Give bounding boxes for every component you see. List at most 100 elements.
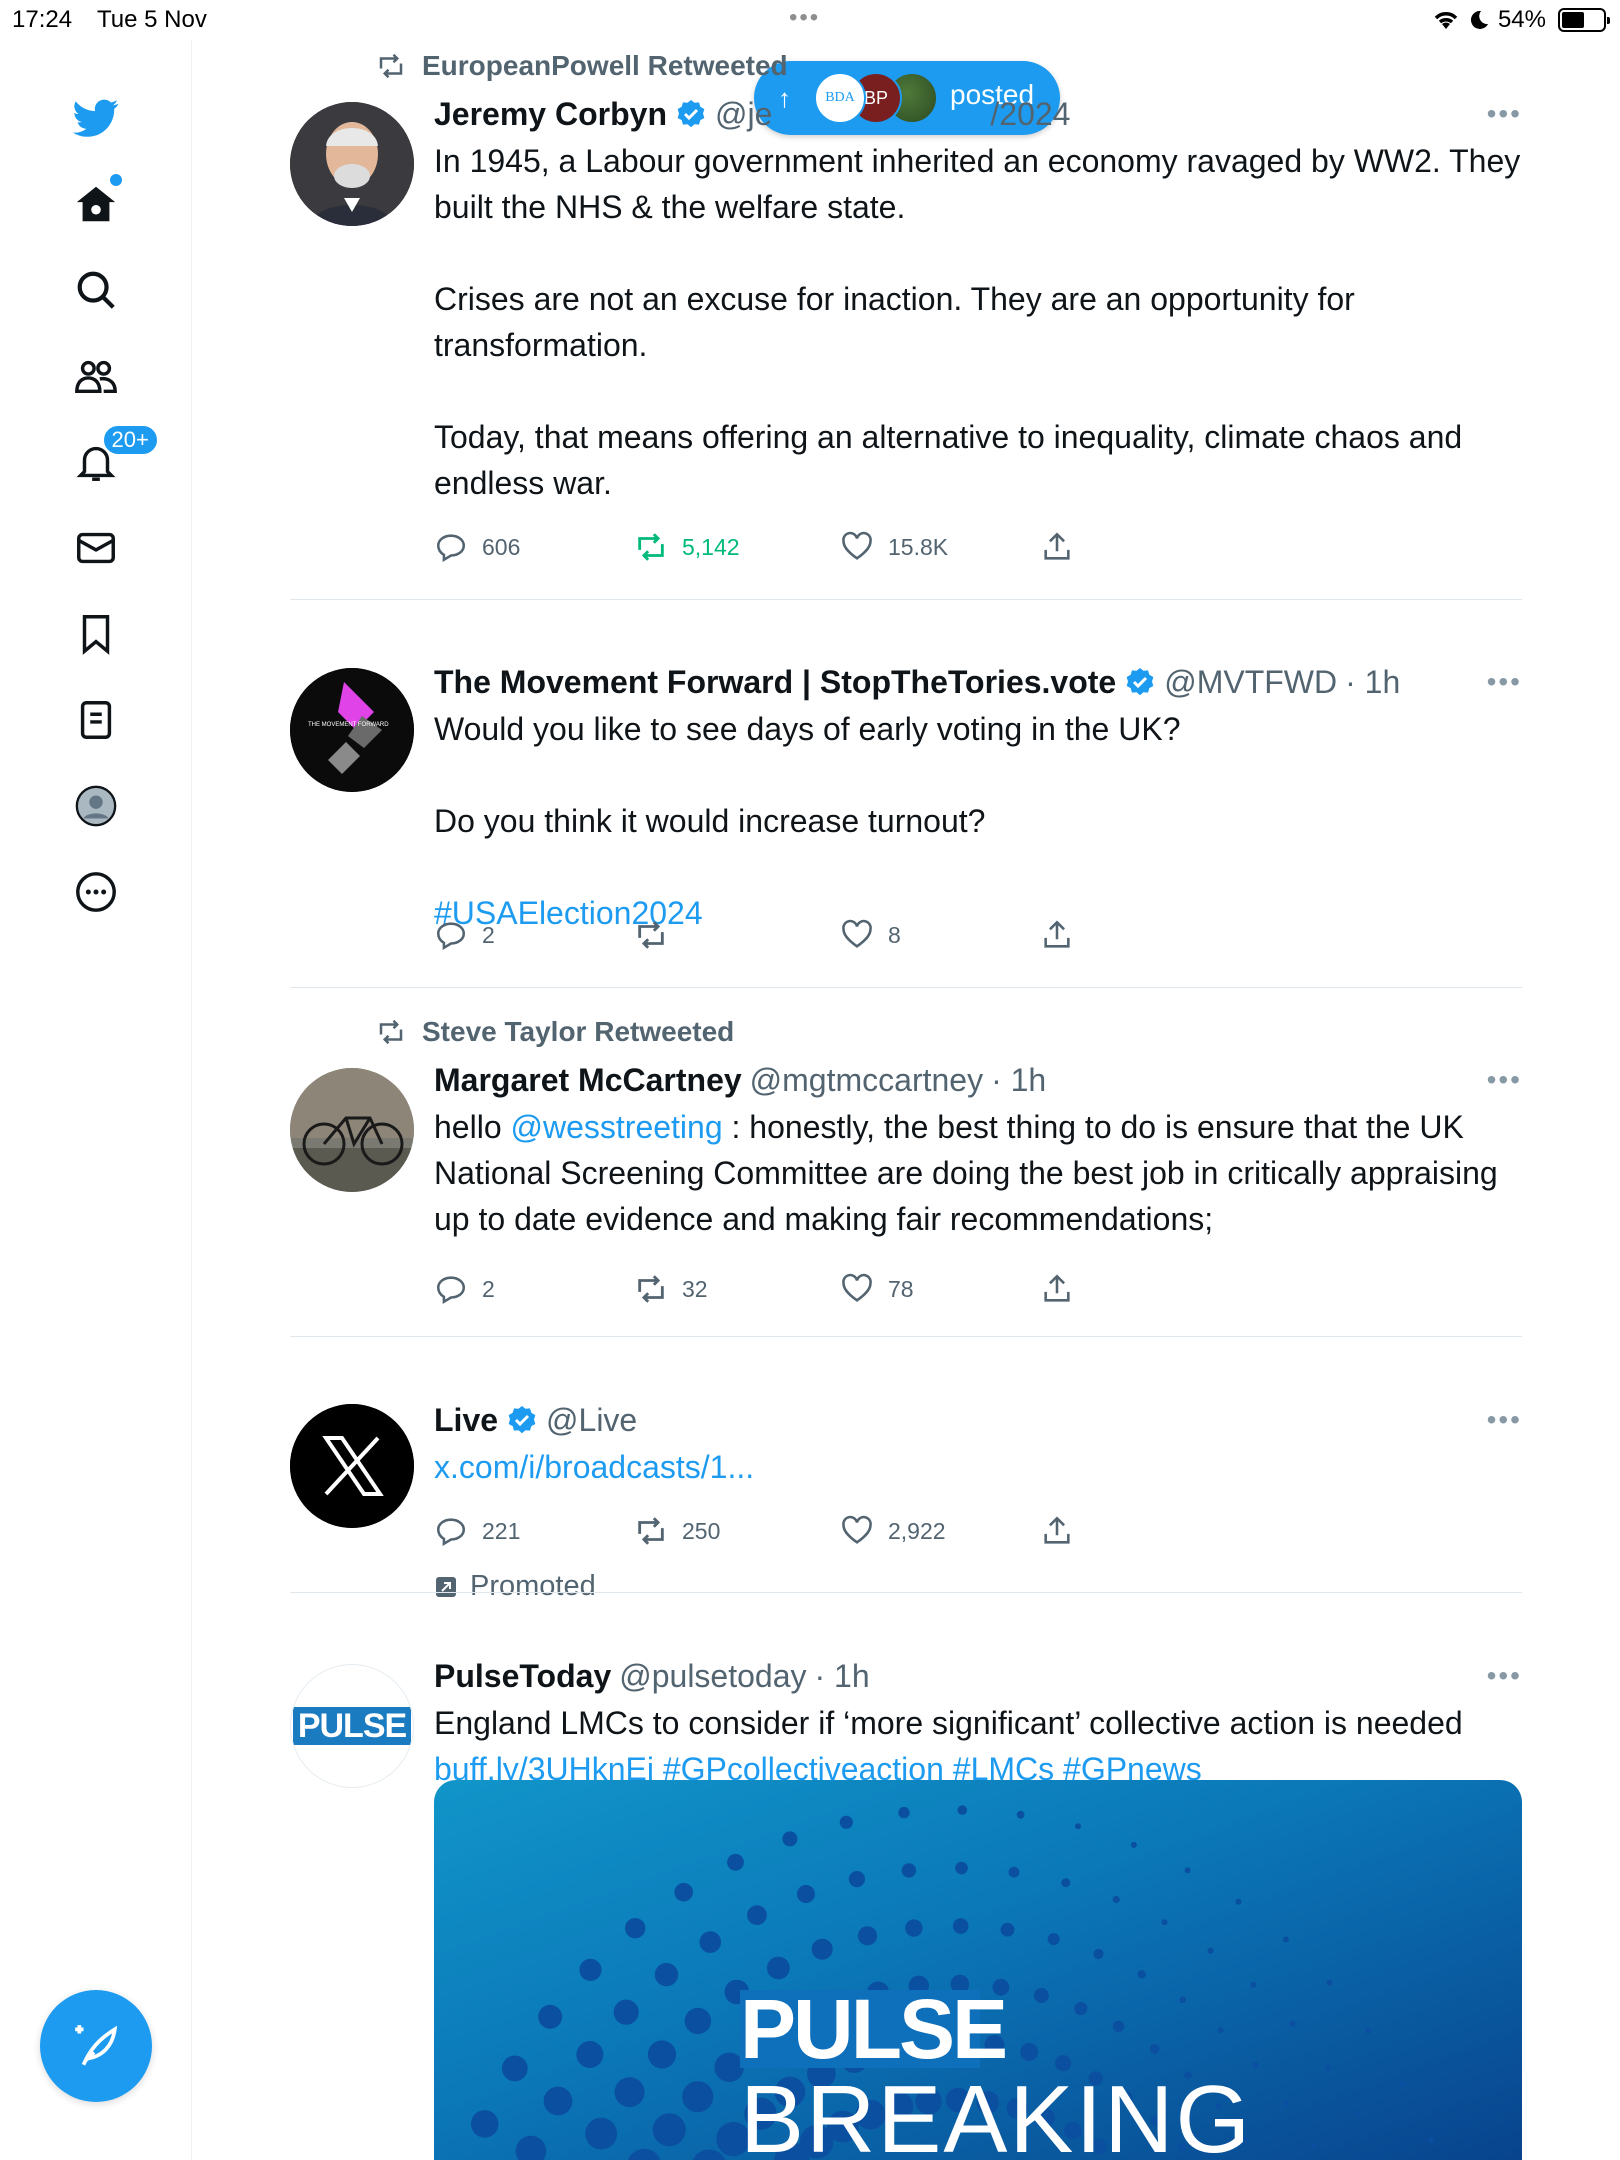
divider	[290, 1336, 1522, 1337]
reply-button[interactable]: 2	[434, 1272, 634, 1306]
pattern-dot	[585, 2117, 618, 2150]
pattern-dot	[579, 1958, 602, 1981]
retweet-button[interactable]: 32	[634, 1272, 840, 1306]
retweet-button[interactable]	[634, 918, 840, 952]
pattern-dot	[576, 2041, 604, 2068]
divider	[290, 599, 1522, 600]
nav-profile[interactable]	[64, 774, 128, 838]
retweet-icon	[379, 53, 403, 79]
more-options-icon[interactable]: •••	[1487, 666, 1522, 698]
display-name[interactable]: The Movement Forward | StopTheTories.vot…	[434, 664, 1116, 701]
pattern-dot	[1235, 1898, 1242, 1905]
avatar[interactable]: PULSE	[290, 1664, 414, 1788]
pattern-dot	[1283, 2100, 1290, 2107]
avatar[interactable]	[290, 102, 414, 226]
reply-count: 2	[482, 921, 495, 948]
pattern-dot	[1093, 1948, 1104, 1960]
share-button[interactable]	[1040, 1514, 1240, 1548]
compose-icon	[75, 2025, 118, 2066]
link-card-image[interactable]: PULSE BREAKING	[434, 1780, 1522, 2160]
pattern-dot	[1184, 1867, 1191, 1874]
tweet-header: Live @Live	[434, 1400, 1522, 1440]
nav-communities[interactable]	[64, 344, 128, 408]
retweet-button[interactable]: 250	[634, 1514, 840, 1548]
tweet-text-body: Would you like to see days of early voti…	[434, 711, 1181, 839]
nav-notifications[interactable]: 20+	[64, 424, 159, 494]
avatar[interactable]	[290, 1404, 414, 1528]
tweet-text-pre: hello	[434, 1109, 511, 1145]
divider	[290, 1592, 1522, 1593]
moon-icon	[1470, 10, 1488, 29]
reply-count: 2	[482, 1275, 495, 1302]
nav-messages[interactable]	[64, 516, 128, 580]
lists-icon	[80, 701, 111, 739]
handle[interactable]: @mgtmccartney	[750, 1062, 983, 1099]
avatar[interactable]	[290, 1068, 414, 1192]
multitasking-dots-icon[interactable]: •••	[789, 4, 820, 32]
share-button[interactable]	[1040, 1272, 1240, 1306]
more-options-icon[interactable]: •••	[1487, 1064, 1522, 1096]
broadcast-link[interactable]: x.com/i/broadcasts/1...	[434, 1444, 1522, 1490]
pattern-dot	[613, 1999, 639, 2025]
like-button[interactable]: 15.8K	[840, 530, 1040, 564]
share-button[interactable]	[1040, 530, 1240, 564]
like-button[interactable]: 8	[840, 918, 1040, 952]
battery-percent: 54%	[1497, 6, 1546, 33]
nav-lists[interactable]	[64, 688, 128, 752]
movement-forward-logo: THE MOVEMENT FORWARD	[290, 668, 414, 792]
reply-icon	[436, 922, 466, 951]
tweet-text: England LMCs to consider if ‘more signif…	[434, 1700, 1522, 1792]
display-name[interactable]: Margaret McCartney	[434, 1062, 742, 1099]
tweet-header: Jeremy Corbyn @je /2024	[434, 94, 1522, 134]
pattern-dot	[1149, 2044, 1160, 2054]
compose-button[interactable]	[40, 1990, 152, 2102]
pattern-dot	[628, 2148, 661, 2160]
promoted-label: Promoted	[434, 1570, 596, 1603]
reply-button[interactable]: 221	[434, 1514, 634, 1548]
handle[interactable]: @MVTFWD	[1164, 664, 1337, 701]
handle[interactable]: @Live	[546, 1402, 637, 1439]
pattern-dot	[1427, 2137, 1434, 2144]
handle[interactable]: @pulsetoday	[619, 1658, 806, 1695]
display-name[interactable]: PulseToday	[434, 1658, 611, 1695]
tweet-header: PulseToday @pulsetoday · 1h	[434, 1656, 1522, 1696]
tweet-actions: 221 250 2,922	[434, 1514, 1240, 1548]
promoted-icon	[436, 1576, 456, 1597]
tweet-header: Margaret McCartney @mgtmccartney · 1h	[434, 1060, 1522, 1100]
nav-home[interactable]	[64, 172, 128, 236]
heart-icon	[842, 1515, 872, 1544]
timestamp: · 1h	[991, 1061, 1047, 1098]
pattern-dot	[747, 1905, 767, 1925]
pattern-dot	[1061, 1878, 1071, 1888]
like-button[interactable]: 78	[840, 1272, 1040, 1306]
reply-button[interactable]: 606	[434, 530, 634, 564]
nav-more[interactable]	[64, 860, 128, 924]
more-options-icon[interactable]: •••	[1487, 1404, 1522, 1436]
share-icon	[1044, 532, 1070, 560]
display-name[interactable]: Jeremy Corbyn	[434, 96, 667, 133]
like-button[interactable]: 2,922	[840, 1514, 1040, 1548]
avatar[interactable]: THE MOVEMENT FORWARD	[290, 668, 414, 792]
like-count: 78	[888, 1275, 914, 1302]
reply-button[interactable]: 2	[434, 918, 634, 952]
handle[interactable]: @je	[715, 96, 772, 133]
sidebar: 20+	[0, 40, 192, 2160]
more-options-icon[interactable]: •••	[1487, 98, 1522, 130]
share-button[interactable]	[1040, 918, 1240, 952]
retweet-indicator: EuropeanPowell Retweeted	[374, 50, 788, 82]
twitter-logo[interactable]	[64, 86, 128, 150]
pattern-dot	[1016, 1810, 1025, 1819]
pattern-dot	[470, 2110, 499, 2138]
nav-search[interactable]	[64, 258, 128, 322]
display-name[interactable]: Live	[434, 1402, 498, 1439]
retweet-button[interactable]: 5,142	[634, 530, 840, 564]
more-options-icon[interactable]: •••	[1487, 1660, 1522, 1692]
tweet-text: Would you like to see days of early voti…	[434, 706, 1522, 936]
pattern-dot	[1217, 2027, 1224, 2034]
mention-link[interactable]: @wesstreeting	[511, 1109, 723, 1145]
battery-fill	[1562, 12, 1584, 28]
notifications-badge: 20+	[101, 424, 159, 456]
pattern-dot	[501, 2055, 528, 2082]
pattern-dot	[957, 1805, 968, 1815]
nav-bookmarks[interactable]	[64, 602, 128, 666]
